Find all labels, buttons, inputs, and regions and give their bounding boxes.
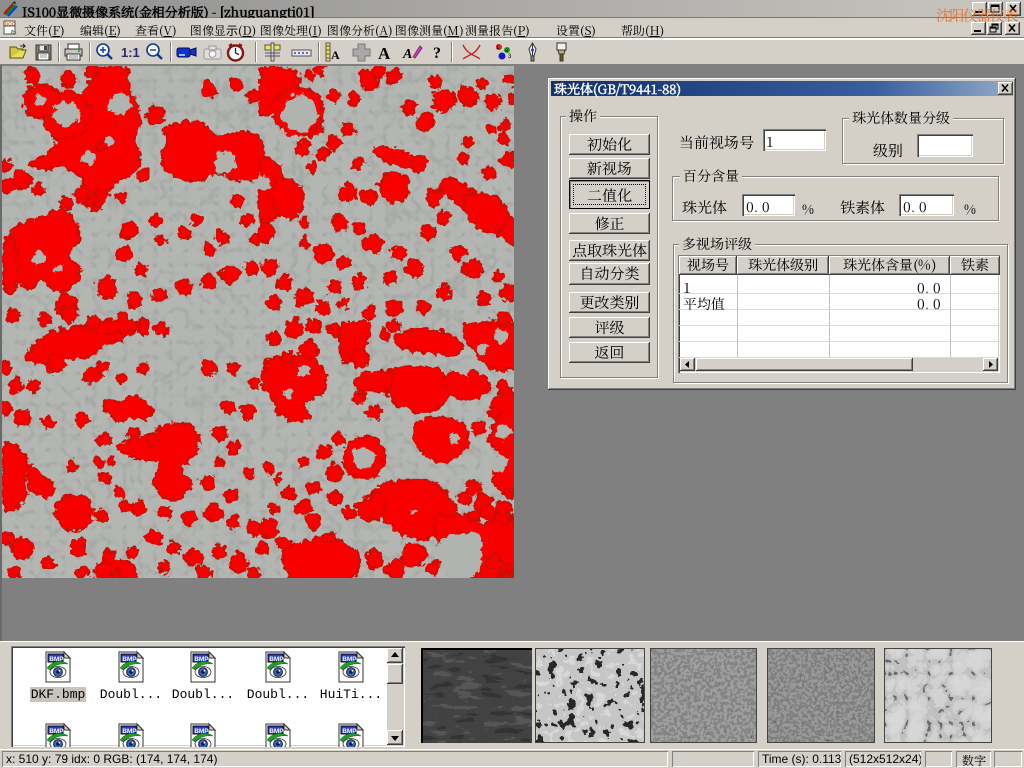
svg-text:1:1: 1:1 xyxy=(121,45,140,60)
svg-text:DOC: DOC xyxy=(5,22,16,27)
svg-text:A: A xyxy=(378,44,391,63)
svg-text:A: A xyxy=(331,48,340,62)
svg-text:?: ? xyxy=(433,45,441,62)
svg-text:3: 3 xyxy=(508,54,512,60)
svg-text:A: A xyxy=(402,47,412,62)
